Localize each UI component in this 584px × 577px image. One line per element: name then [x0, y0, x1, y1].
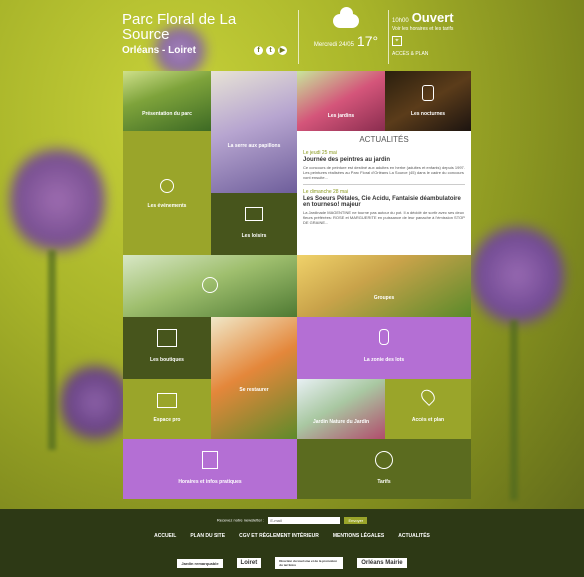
- news-item[interactable]: Le jeudi 25 mai Journée des peintres au …: [303, 150, 465, 180]
- tile-label: Les nocturnes: [410, 111, 446, 117]
- tile-label: Groupes: [373, 295, 395, 301]
- tile-label: Horaires et infos pratiques: [178, 479, 242, 485]
- tile-label: Les jardins: [327, 113, 355, 119]
- weather-widget: Mercredi 24/05 17°: [302, 7, 390, 49]
- facebook-icon[interactable]: f: [254, 46, 263, 55]
- logo-orleans[interactable]: Orléans Mairie: [357, 558, 407, 568]
- shop-icon: [157, 329, 177, 347]
- tile-label: Présentation du parc: [142, 111, 192, 117]
- tile-label: Les événements: [147, 203, 187, 209]
- footer-link-plan[interactable]: PLAN DU SITE: [190, 533, 225, 539]
- news-heading: ACTUALITÉS: [359, 135, 409, 144]
- youtube-icon[interactable]: ▶: [278, 46, 287, 55]
- tile-zone-lots[interactable]: La zonie des lots: [297, 317, 471, 379]
- tile-nocturnes[interactable]: Les nocturnes: [385, 71, 471, 131]
- status-open: Ouvert: [411, 10, 454, 25]
- access-plan-link[interactable]: ACCÈS & PLAN: [392, 51, 472, 57]
- news-title[interactable]: Les Soeurs Pétales, Cie Acidu, Fantaisie…: [303, 196, 465, 208]
- partner-logos: Jardin remarquable Loiret Direction du t…: [0, 551, 584, 575]
- twitter-icon[interactable]: t: [266, 46, 275, 55]
- bg-iris-flower: [60, 360, 130, 445]
- opening-status: 10h00 Ouvert Voir les horaires et les ta…: [392, 10, 472, 57]
- news-title[interactable]: Journée des peintres au jardin: [303, 157, 465, 163]
- tile-label: Jardin Nature du Jardin: [312, 419, 370, 425]
- map-pin-icon[interactable]: ⌖: [392, 36, 402, 46]
- logo-loiret[interactable]: Loiret: [236, 558, 262, 568]
- tile-espace-pro[interactable]: Espace pro: [123, 379, 211, 439]
- tile-label: Espace pro: [153, 417, 181, 423]
- sun-icon: [160, 179, 174, 193]
- news-date: Le dimanche 28 mai: [303, 189, 349, 195]
- news-panel: ACTUALITÉS Le jeudi 25 mai Journée des p…: [297, 131, 471, 255]
- tile-groupes[interactable]: Groupes: [297, 255, 471, 317]
- tile-restaurant[interactable]: Se restaurer: [211, 317, 297, 439]
- footer-link-cgv[interactable]: CGV ET RÈGLEMENT INTÉRIEUR: [239, 533, 319, 539]
- tile-label: Accès et plan: [411, 417, 445, 423]
- news-divider: [303, 184, 465, 185]
- calendar-icon: [202, 451, 218, 469]
- tile-grid: Présentation du parc La serre aux papill…: [123, 71, 471, 499]
- tile-acces-plan[interactable]: Accès et plan: [385, 379, 471, 439]
- footer-link-mentions[interactable]: MENTIONS LÉGALES: [333, 533, 384, 539]
- newsletter-submit-button[interactable]: Envoyer: [344, 517, 368, 524]
- footer-menu: ACCUEIL PLAN DU SITE CGV ET RÈGLEMENT IN…: [0, 533, 584, 539]
- lantern-icon: [422, 85, 434, 101]
- tile-label: Les loisirs: [241, 233, 267, 239]
- tile-label: Les boutiques: [150, 357, 184, 363]
- header-divider: [298, 10, 299, 64]
- ticket-icon: [375, 451, 393, 469]
- bg-stem: [48, 250, 56, 450]
- play-icon: [202, 277, 218, 293]
- tile-presentation[interactable]: Présentation du parc: [123, 71, 211, 131]
- site-header: Parc Floral de La Source Orléans - Loire…: [118, 6, 470, 68]
- site-title-line2: Source: [122, 26, 170, 43]
- site-logo[interactable]: Parc Floral de La Source Orléans - Loire…: [122, 12, 236, 56]
- footer-link-accueil[interactable]: ACCUEIL: [154, 533, 176, 539]
- tile-jardin-nature[interactable]: Jardin Nature du Jardin: [297, 379, 385, 439]
- site-footer: Recevez notre newsletter : E-mail Envoye…: [0, 509, 584, 577]
- status-time: 10h00: [392, 18, 409, 24]
- header-divider: [388, 10, 389, 64]
- flower-icon: [379, 329, 389, 345]
- tile-jardins[interactable]: Les jardins: [297, 71, 385, 131]
- news-date: Le jeudi 25 mai: [303, 150, 337, 156]
- bg-iris-flower: [470, 220, 565, 330]
- tile-label: La zonie des lots: [363, 357, 405, 363]
- social-links: f t ▶: [254, 46, 287, 55]
- email-field[interactable]: E-mail: [268, 517, 341, 524]
- news-excerpt: La Jardinade MAGENTINE ne tourne pas aut…: [303, 210, 465, 225]
- tile-horaires[interactable]: Horaires et infos pratiques: [123, 439, 297, 499]
- footer-link-actualites[interactable]: ACTUALITÉS: [398, 533, 430, 539]
- train-icon: [245, 207, 263, 221]
- tile-evenements[interactable]: Les événements: [123, 131, 211, 255]
- tile-label: Se restaurer: [239, 387, 269, 393]
- logo-jardin-remarquable[interactable]: Jardin remarquable: [177, 558, 223, 568]
- briefcase-icon: [157, 393, 177, 408]
- newsletter-form: Recevez notre newsletter : E-mail Envoye…: [0, 517, 584, 524]
- cloud-icon: [333, 7, 359, 28]
- site-subtitle: Orléans - Loiret: [122, 45, 196, 56]
- weather-date: Mercredi 24/05: [313, 42, 354, 48]
- bg-iris-flower: [10, 140, 105, 260]
- tile-chateau-photo[interactable]: [123, 255, 297, 317]
- news-item[interactable]: Le dimanche 28 mai Les Soeurs Pétales, C…: [303, 189, 465, 225]
- bg-stem: [510, 320, 518, 500]
- site-title-line1: Parc Floral de La: [122, 11, 237, 28]
- weather-temperature: 17°: [356, 33, 379, 49]
- tile-label: La serre aux papillons: [227, 143, 281, 149]
- status-hours-link[interactable]: Voir les horaires et les tarifs: [392, 26, 472, 32]
- tile-papillons[interactable]: La serre aux papillons: [211, 71, 297, 193]
- tile-boutiques[interactable]: Les boutiques: [123, 317, 211, 379]
- news-excerpt: Ce concours de peinture est destiné aux …: [303, 165, 465, 180]
- map-pin-icon: [418, 386, 438, 407]
- tile-loisirs[interactable]: Les loisirs: [211, 193, 297, 255]
- tile-label: Tarifs: [377, 479, 391, 485]
- newsletter-label: Recevez notre newsletter :: [216, 517, 265, 523]
- tile-tarifs[interactable]: Tarifs: [297, 439, 471, 499]
- logo-direction-tourisme[interactable]: Direction du tourisme et de la promotion…: [275, 557, 344, 569]
